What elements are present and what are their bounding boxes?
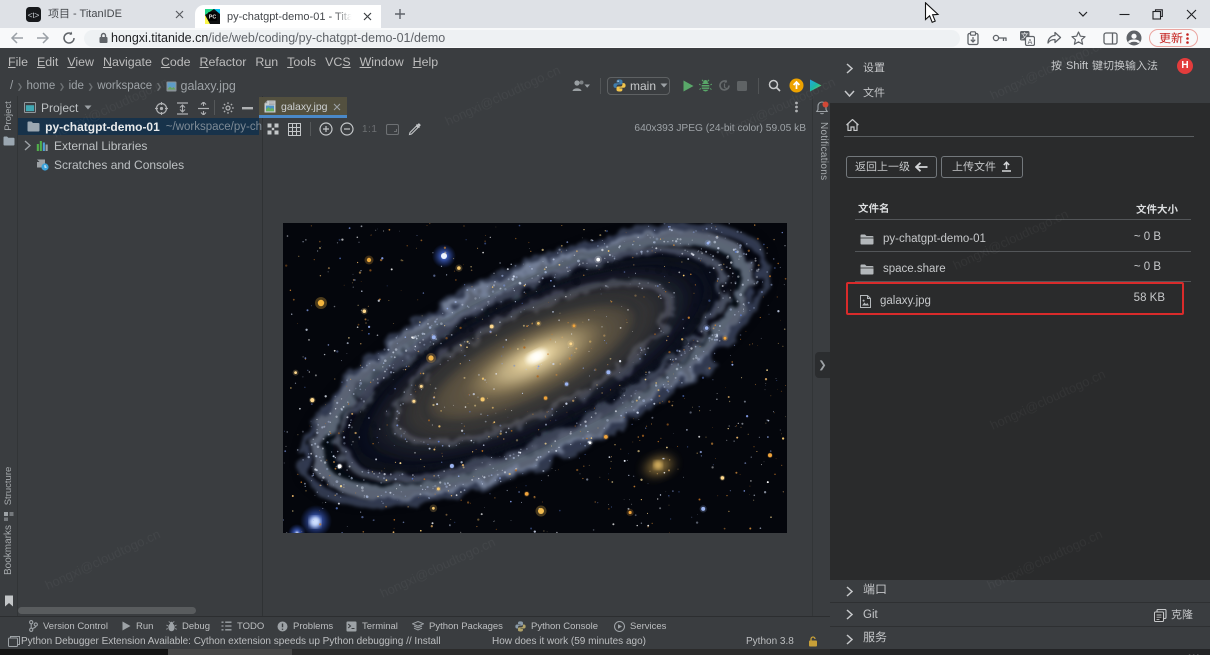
svg-text:<t>: <t> [28,10,40,19]
svg-text:PC: PC [209,15,217,21]
svg-text:A: A [1028,39,1033,46]
